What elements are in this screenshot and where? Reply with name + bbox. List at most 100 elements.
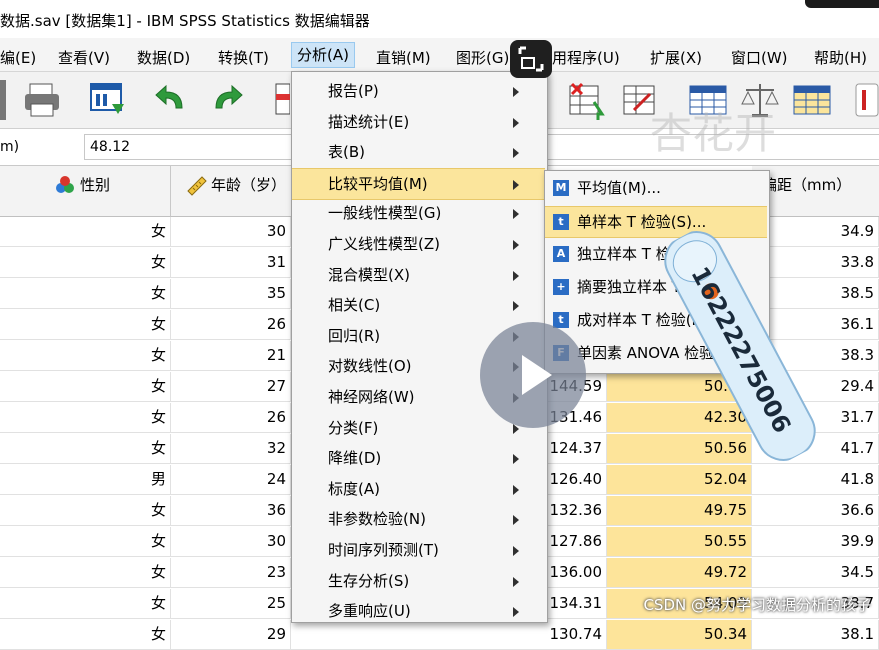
table-cell-gender[interactable]: 女 bbox=[0, 527, 171, 556]
toolbar-edge-icon[interactable] bbox=[0, 80, 6, 120]
compare-means-item[interactable]: M 平均值(M)... bbox=[545, 173, 767, 203]
menu-window[interactable]: 窗口(W) bbox=[731, 47, 788, 68]
table-cell-c5[interactable]: 34.9 bbox=[752, 217, 879, 246]
analyze-menu-item[interactable]: 一般线性模型(G) bbox=[292, 198, 545, 228]
one-sample-t-icon: t bbox=[553, 214, 569, 230]
picture-in-picture-icon[interactable] bbox=[510, 40, 552, 78]
table-cell-c3[interactable]: 136.00 bbox=[544, 558, 607, 587]
table-cell-gender[interactable]: 女 bbox=[0, 310, 171, 339]
table-cell-gender[interactable]: 男 bbox=[0, 465, 171, 494]
menu-bar: 编(E) 查看(V) 数据(D) 转换(T) 分析(A) 直销(M) 图形(G)… bbox=[0, 38, 879, 72]
analyze-menu-item[interactable]: 比较平均值(M) bbox=[292, 167, 545, 200]
menu-direct-marketing[interactable]: 直销(M) bbox=[376, 47, 431, 68]
menu-view[interactable]: 查看(V) bbox=[58, 47, 110, 68]
insert-variable-icon[interactable] bbox=[566, 80, 606, 120]
analyze-menu-item[interactable]: 非参数检验(N) bbox=[292, 504, 545, 534]
print-icon[interactable] bbox=[22, 80, 62, 120]
table-cell-gender[interactable]: 女 bbox=[0, 248, 171, 277]
menu-edit[interactable]: 编(E) bbox=[0, 47, 36, 68]
table-cell-age[interactable]: 26 bbox=[171, 310, 291, 339]
menu-analyze[interactable]: 分析(A) bbox=[291, 42, 355, 68]
table-cell-c4[interactable]: 50.56 bbox=[607, 434, 752, 463]
table-cell-age[interactable]: 31 bbox=[171, 248, 291, 277]
table-cell-gender[interactable]: 女 bbox=[0, 558, 171, 587]
table-cell-gender[interactable]: 女 bbox=[0, 279, 171, 308]
menu-data[interactable]: 数据(D) bbox=[137, 47, 190, 68]
table-cell-c5[interactable]: 38.1 bbox=[752, 620, 879, 649]
submenu-arrow-icon bbox=[513, 546, 519, 556]
analyze-menu-item[interactable]: 时间序列预测(T) bbox=[292, 535, 545, 565]
submenu-arrow-icon bbox=[513, 301, 519, 312]
table-cell-age[interactable]: 36 bbox=[171, 496, 291, 525]
table-cell-age[interactable]: 25 bbox=[171, 589, 291, 618]
goto-case-icon[interactable] bbox=[274, 80, 291, 120]
table-cell-age[interactable]: 26 bbox=[171, 403, 291, 432]
compare-means-item[interactable]: t 单样本 T 检验(S)... bbox=[545, 206, 767, 238]
table-cell-c4[interactable]: 49.72 bbox=[607, 558, 752, 587]
use-sets-icon[interactable] bbox=[852, 80, 879, 120]
table-cell-gender[interactable]: 女 bbox=[0, 403, 171, 432]
analyze-menu-item[interactable]: 表(B) bbox=[292, 137, 545, 167]
table-cell-c5[interactable]: 38.5 bbox=[752, 279, 879, 308]
table-cell-age[interactable]: 23 bbox=[171, 558, 291, 587]
analyze-menu-item[interactable]: 降维(D) bbox=[292, 443, 545, 473]
table-cell-age[interactable]: 27 bbox=[171, 372, 291, 401]
menu-item-label: 非参数检验(N) bbox=[328, 510, 426, 529]
table-cell-age[interactable]: 30 bbox=[171, 527, 291, 556]
table-cell-gender[interactable]: 女 bbox=[0, 589, 171, 618]
table-cell-c3[interactable]: 130.74 bbox=[544, 620, 607, 649]
table-cell-gender[interactable]: 女 bbox=[0, 341, 171, 370]
table-cell-gender[interactable]: 女 bbox=[0, 496, 171, 525]
table-cell-c5[interactable]: 33.8 bbox=[752, 248, 879, 277]
table-cell-gender[interactable]: 女 bbox=[0, 217, 171, 246]
analyze-menu-item[interactable]: 广义线性模型(Z) bbox=[292, 229, 545, 259]
table-cell-age[interactable]: 35 bbox=[171, 279, 291, 308]
table-cell-c5[interactable]: 34.5 bbox=[752, 558, 879, 587]
redo-icon[interactable] bbox=[208, 80, 248, 120]
menu-item-label: 对数线性(O) bbox=[328, 357, 412, 376]
analyze-menu-item[interactable]: 相关(C) bbox=[292, 290, 545, 320]
menu-graphs[interactable]: 图形(G) bbox=[456, 47, 509, 68]
table-cell-c4[interactable]: 50.55 bbox=[607, 527, 752, 556]
analyze-menu-item[interactable]: 描述统计(E) bbox=[292, 107, 545, 137]
column-header-age[interactable]: 年龄（岁） bbox=[171, 166, 292, 217]
table-cell-c4[interactable]: 42.30 bbox=[607, 403, 752, 432]
table-cell-c3[interactable]: 126.40 bbox=[544, 465, 607, 494]
play-icon bbox=[522, 355, 552, 395]
table-cell-age[interactable]: 21 bbox=[171, 341, 291, 370]
menu-item-label: 生存分析(S) bbox=[328, 571, 410, 590]
table-cell-age[interactable]: 24 bbox=[171, 465, 291, 494]
table-cell-age[interactable]: 32 bbox=[171, 434, 291, 463]
table-cell-age[interactable]: 29 bbox=[171, 620, 291, 649]
value-labels-icon[interactable] bbox=[792, 80, 832, 120]
column-header-age-label: 年龄（岁） bbox=[211, 176, 287, 194]
table-cell-c3[interactable]: 132.36 bbox=[544, 496, 607, 525]
analyze-menu-item[interactable]: 标度(A) bbox=[292, 474, 545, 504]
table-cell-age[interactable]: 30 bbox=[171, 217, 291, 246]
table-cell-c3[interactable]: 134.31 bbox=[544, 589, 607, 618]
table-cell-c3[interactable]: 124.37 bbox=[544, 434, 607, 463]
play-button[interactable] bbox=[480, 322, 586, 428]
table-cell-c4[interactable]: 49.75 bbox=[607, 496, 752, 525]
table-cell-c3[interactable]: 127.86 bbox=[544, 527, 607, 556]
analyze-menu-item[interactable]: 混合模型(X) bbox=[292, 260, 545, 290]
table-cell-gender[interactable]: 女 bbox=[0, 620, 171, 649]
column-header-offset[interactable]: 偏距（mm） bbox=[752, 166, 879, 217]
menu-extensions[interactable]: 扩展(X) bbox=[650, 47, 702, 68]
table-cell-gender[interactable]: 女 bbox=[0, 434, 171, 463]
table-cell-c5[interactable]: 39.9 bbox=[752, 527, 879, 556]
recall-dialog-icon[interactable] bbox=[88, 80, 128, 120]
analyze-menu-item[interactable]: 多重响应(U) bbox=[292, 596, 545, 626]
table-cell-c4[interactable]: 50.34 bbox=[607, 620, 752, 649]
menu-item-label: 广义线性模型(Z) bbox=[328, 235, 440, 253]
column-header-gender[interactable]: 性别 bbox=[0, 166, 171, 217]
undo-icon[interactable] bbox=[152, 80, 192, 120]
table-cell-c4[interactable]: 52.04 bbox=[607, 465, 752, 494]
menu-transform[interactable]: 转换(T) bbox=[218, 47, 269, 68]
submenu-arrow-icon bbox=[513, 607, 519, 618]
table-cell-c5[interactable]: 36.6 bbox=[752, 496, 879, 525]
menu-help[interactable]: 帮助(H) bbox=[814, 47, 867, 68]
analyze-menu-item[interactable]: 报告(P) bbox=[292, 76, 545, 106]
table-cell-gender[interactable]: 女 bbox=[0, 372, 171, 401]
analyze-menu-item[interactable]: 生存分析(S) bbox=[292, 566, 545, 596]
